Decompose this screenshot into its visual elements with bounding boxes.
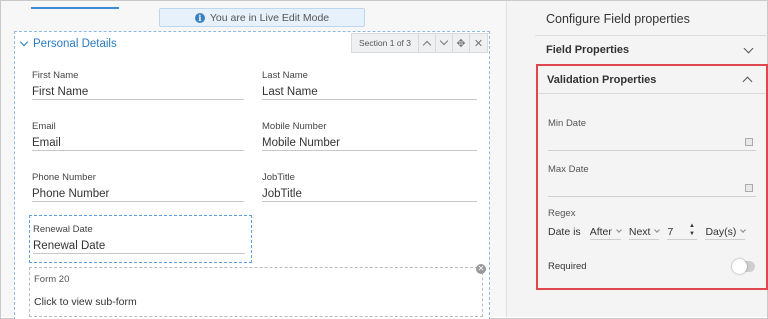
subform-title: Form 20: [34, 274, 70, 285]
caret-down-icon: [654, 227, 661, 233]
remove-section-button[interactable]: ✕: [470, 34, 487, 52]
properties-panel: Configure Field properties Field Propert…: [506, 1, 768, 317]
move-section-down-button[interactable]: [436, 34, 453, 52]
section-toolbar: Section 1 of 3 ✥ ✕: [351, 33, 488, 53]
mobile-number-input[interactable]: Mobile Number: [262, 133, 477, 151]
relation-select[interactable]: After: [589, 224, 622, 240]
jobtitle-label: JobTitle: [262, 172, 295, 183]
chevron-down-icon: [743, 43, 754, 54]
email-label: Email: [32, 121, 56, 132]
caret-down-icon: [616, 227, 622, 233]
info-icon: i: [194, 12, 205, 23]
renewal-date-field: Renewal Date Renewal Date: [33, 224, 245, 254]
count-value: 7: [667, 225, 674, 238]
renewal-date-input[interactable]: Renewal Date: [33, 236, 245, 254]
mobile-number-field: Mobile Number Mobile Number: [262, 121, 477, 151]
unit-select[interactable]: Day(s): [705, 224, 747, 240]
drag-section-button[interactable]: ✥: [453, 34, 470, 52]
stepper-arrows-icon[interactable]: ▲ ▼: [688, 222, 695, 240]
form-canvas: i You are in Live Edit Mode Personal Det…: [1, 1, 506, 319]
min-date-label: Min Date: [548, 118, 587, 129]
required-label: Required: [548, 261, 587, 272]
validation-properties-section: Validation Properties Min Date Max Date …: [536, 64, 768, 290]
field-properties-label: Field Properties: [546, 44, 630, 56]
phone-number-label: Phone Number: [32, 172, 96, 183]
required-toggle[interactable]: [732, 259, 755, 274]
first-name-field: First Name First Name: [32, 70, 244, 100]
subform-field[interactable]: Form 20 Click to view sub-form ✕: [29, 264, 486, 317]
last-name-input[interactable]: Last Name: [262, 82, 477, 100]
date-is-label: Date is: [548, 226, 581, 238]
date-is-rule: Date is After Next 7 ▲ ▼ Day(s): [548, 223, 760, 241]
field-properties-accordion[interactable]: Field Properties: [535, 36, 768, 64]
period-value: Next: [628, 225, 651, 238]
first-name-input[interactable]: First Name: [32, 82, 244, 100]
min-date-field: Min Date: [548, 118, 756, 151]
renewal-date-label: Renewal Date: [33, 224, 93, 235]
max-date-input[interactable]: [548, 183, 756, 197]
relation-value: After: [589, 225, 612, 238]
chevron-down-icon: [439, 36, 449, 46]
move-icon: ✥: [456, 37, 466, 50]
count-stepper[interactable]: 7 ▲ ▼: [667, 222, 698, 240]
chevron-down-icon: [19, 37, 29, 47]
remove-subform-button[interactable]: ✕: [476, 264, 486, 274]
close-icon: ✕: [477, 264, 485, 273]
live-edit-text: You are in Live Edit Mode: [209, 11, 330, 24]
toggle-knob: [732, 259, 747, 274]
last-name-field: Last Name Last Name: [262, 70, 477, 100]
move-section-up-button[interactable]: [419, 34, 436, 52]
mobile-number-label: Mobile Number: [262, 121, 327, 132]
min-date-input[interactable]: [548, 137, 756, 151]
email-input[interactable]: Email: [32, 133, 244, 151]
jobtitle-field: JobTitle JobTitle: [262, 172, 477, 202]
active-tab-indicator: [31, 7, 119, 9]
period-select[interactable]: Next: [628, 224, 661, 240]
validation-properties-label: Validation Properties: [547, 74, 657, 86]
max-date-label: Max Date: [548, 164, 589, 175]
renewal-date-field-selected[interactable]: Renewal Date Renewal Date: [29, 215, 252, 263]
section-header: Personal Details Section 1 of 3 ✥ ✕: [15, 32, 489, 56]
chevron-up-icon: [422, 40, 432, 50]
unit-value: Day(s): [705, 225, 737, 238]
max-date-field: Max Date: [548, 164, 756, 197]
first-name-label: First Name: [32, 70, 79, 81]
live-edit-banner: i You are in Live Edit Mode: [159, 8, 365, 27]
section-personal-details[interactable]: Personal Details Section 1 of 3 ✥ ✕ Firs…: [14, 31, 490, 319]
section-title: Personal Details: [33, 38, 117, 50]
calendar-icon[interactable]: [745, 138, 753, 146]
regex-label: Regex: [548, 208, 576, 219]
email-field: Email Email: [32, 121, 244, 151]
section-toggle[interactable]: Personal Details: [19, 37, 117, 50]
caret-down-icon: [740, 227, 747, 233]
validation-properties-accordion[interactable]: Validation Properties: [538, 66, 766, 94]
phone-number-input[interactable]: Phone Number: [32, 184, 244, 202]
subform-link[interactable]: Click to view sub-form: [34, 296, 137, 308]
calendar-icon[interactable]: [745, 184, 753, 192]
last-name-label: Last Name: [262, 70, 308, 81]
phone-number-field: Phone Number Phone Number: [32, 172, 244, 202]
jobtitle-input[interactable]: JobTitle: [262, 184, 477, 202]
section-counter: Section 1 of 3: [352, 34, 419, 52]
chevron-up-icon: [742, 76, 753, 87]
panel-title: Configure Field properties: [546, 12, 690, 26]
close-icon: ✕: [473, 37, 484, 50]
